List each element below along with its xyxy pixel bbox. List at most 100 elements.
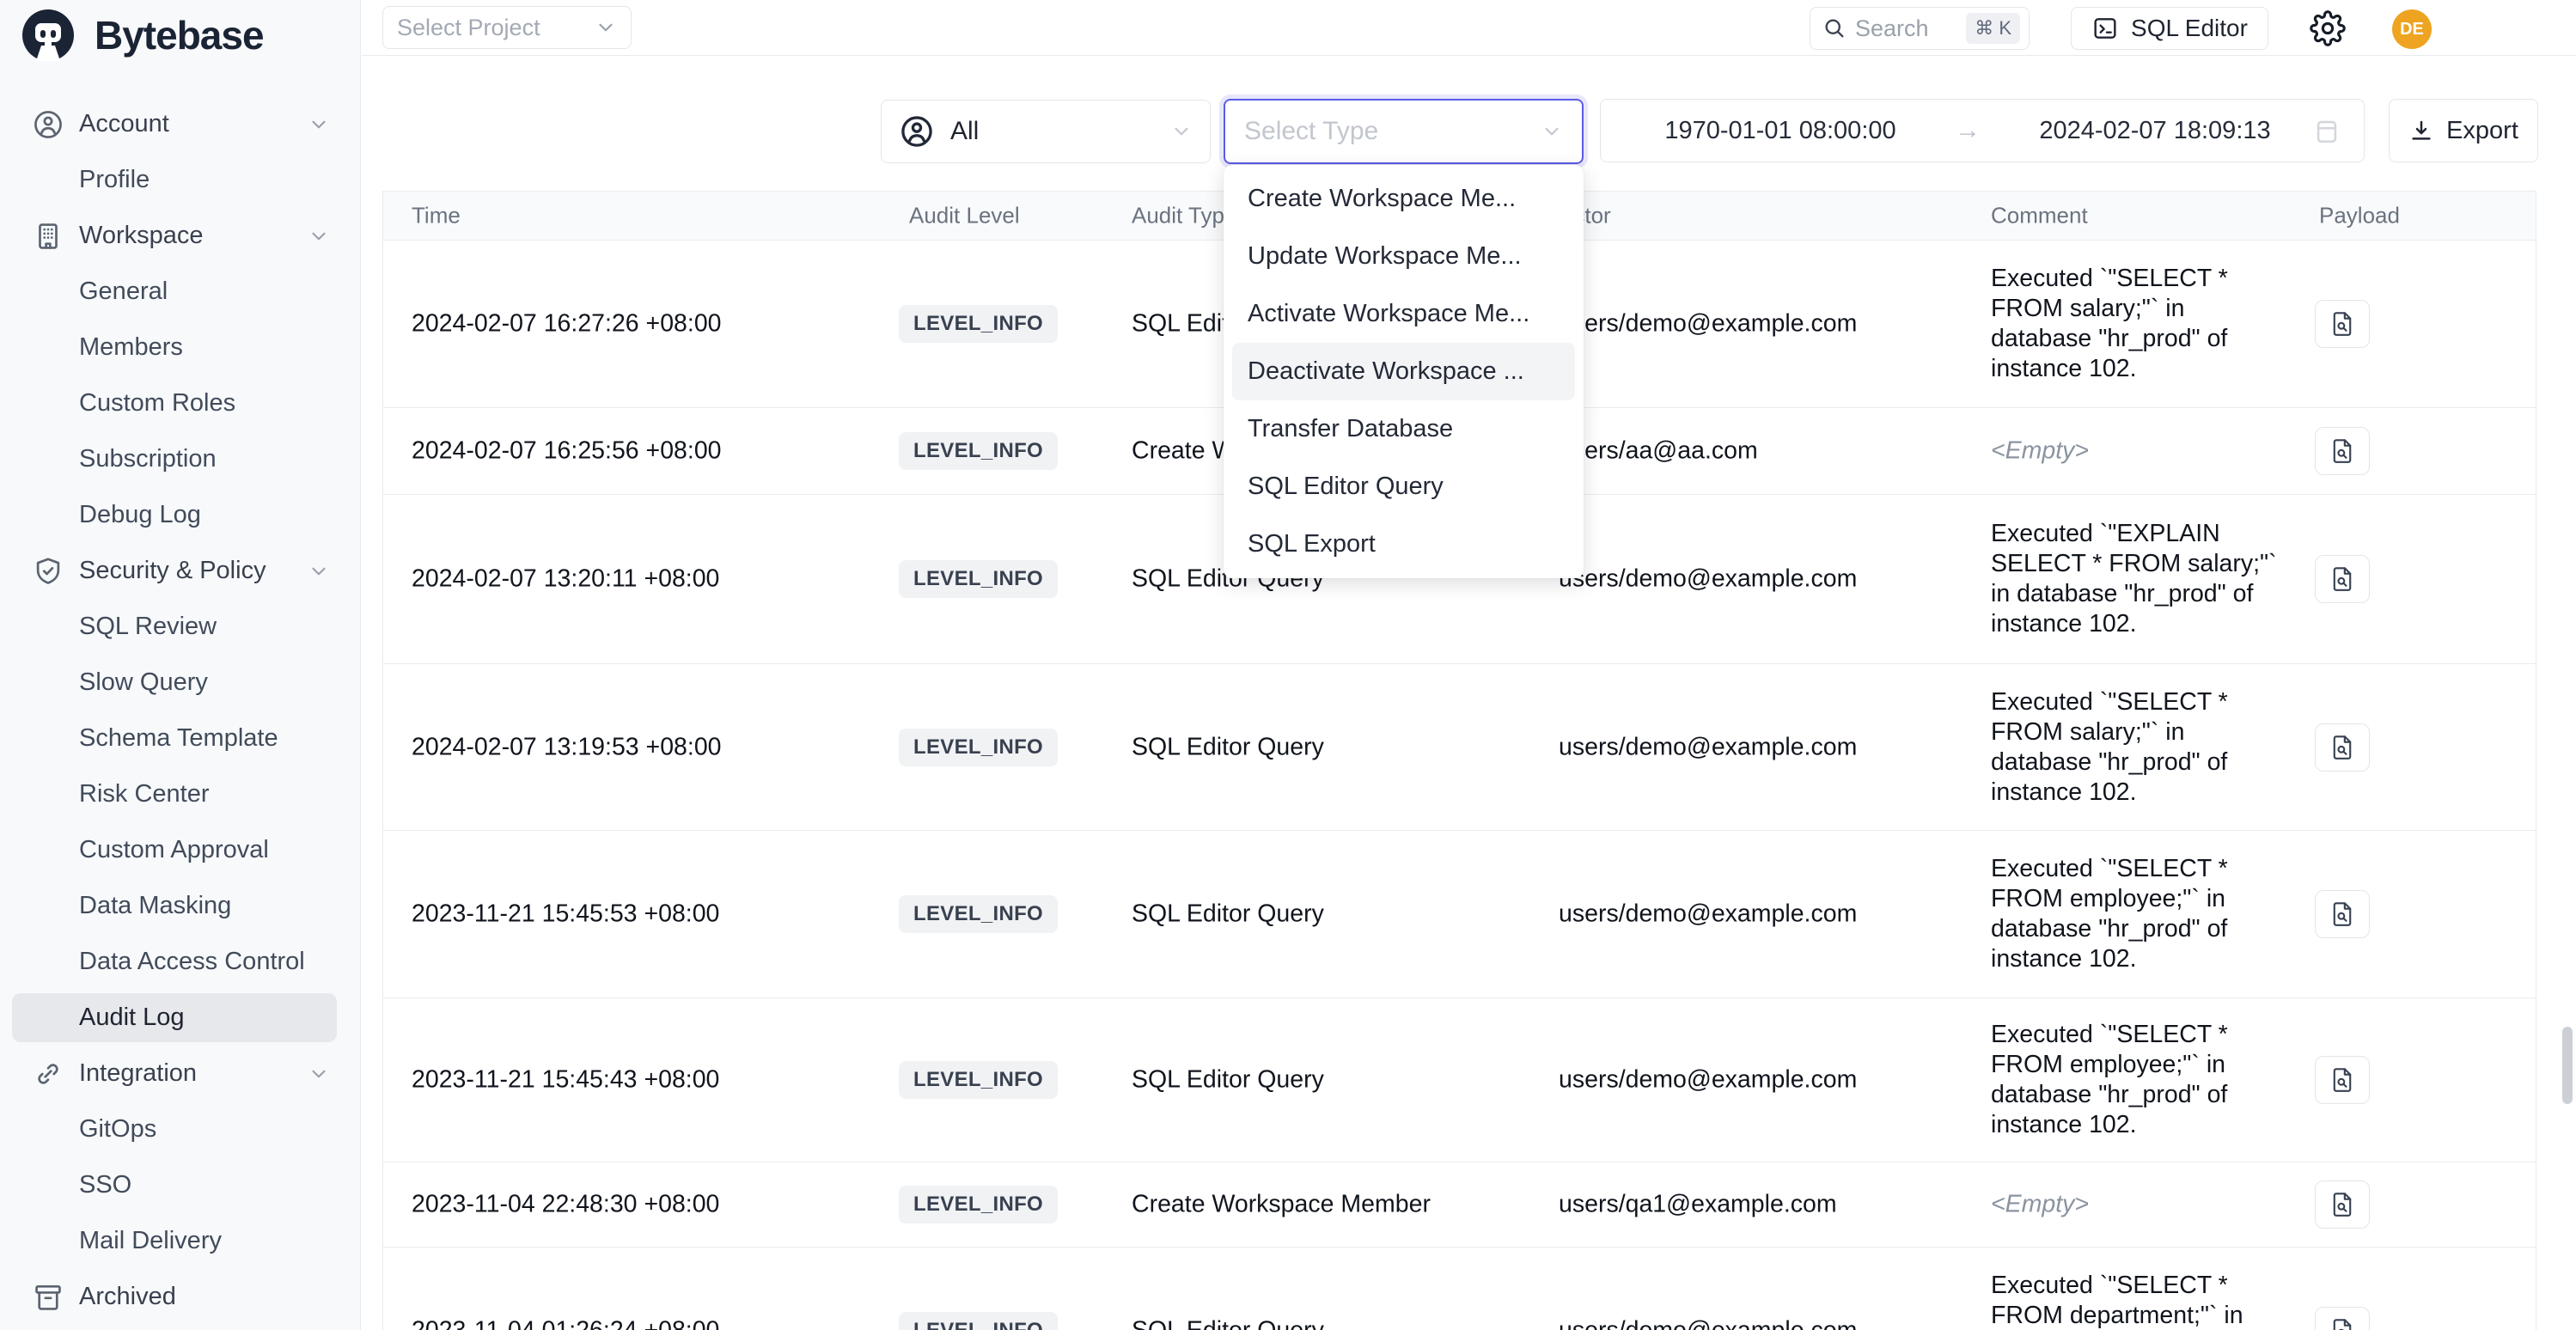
sidebar-item-label: Mail Delivery	[79, 1227, 222, 1255]
project-select[interactable]: Select Project	[382, 6, 632, 49]
cell-payload	[2315, 890, 2370, 938]
sidebar-item-label: Account	[79, 110, 169, 138]
sidebar-item-label: Profile	[79, 166, 150, 194]
file-search-icon	[2328, 436, 2357, 466]
menu-option-sql-editor-query[interactable]: SQL Editor Query	[1224, 458, 1584, 516]
view-payload-button[interactable]	[2315, 1056, 2370, 1104]
view-payload-button[interactable]	[2315, 890, 2370, 938]
type-filter-select[interactable]: Select Type	[1224, 99, 1584, 164]
sidebar-item-label: Risk Center	[79, 780, 210, 808]
chevron-down-icon	[308, 560, 330, 583]
sql-editor-button[interactable]: SQL Editor	[2071, 7, 2268, 50]
sidebar-item-data-access-control[interactable]: Data Access Control	[0, 934, 361, 990]
menu-option-create-workspace-me[interactable]: Create Workspace Me...	[1224, 170, 1584, 228]
settings-gear-icon[interactable]	[2308, 9, 2347, 48]
sidebar-item-subscription[interactable]: Subscription	[0, 431, 361, 487]
sidebar-item-sql-review[interactable]: SQL Review	[0, 599, 361, 655]
chevron-down-icon	[308, 113, 330, 136]
user-avatar[interactable]: DE	[2392, 9, 2432, 49]
sidebar-item-risk-center[interactable]: Risk Center	[0, 766, 361, 822]
bytebase-logo-icon	[21, 8, 76, 63]
level-badge: LEVEL_INFO	[899, 1061, 1058, 1099]
sidebar-item-workspace[interactable]: Workspace	[0, 208, 361, 264]
export-label: Export	[2446, 117, 2518, 145]
sidebar-item-custom-approval[interactable]: Custom Approval	[0, 822, 361, 878]
sidebar-item-slow-query[interactable]: Slow Query	[0, 655, 361, 711]
sidebar-item-account[interactable]: Account	[0, 96, 361, 152]
sidebar-item-label: Debug Log	[79, 501, 201, 529]
cell-payload	[2315, 1307, 2370, 1330]
sidebar-item-archived[interactable]: Archived	[0, 1269, 361, 1325]
menu-option-deactivate-workspace[interactable]: Deactivate Workspace ...	[1232, 343, 1575, 400]
view-payload-button[interactable]	[2315, 555, 2370, 603]
type-filter-placeholder: Select Type	[1244, 117, 1530, 146]
sidebar-item-data-masking[interactable]: Data Masking	[0, 878, 361, 934]
cell-actor: users/qa1@example.com	[1559, 1191, 1837, 1219]
file-search-icon	[2328, 564, 2357, 594]
bytebase-logo[interactable]: Bytebase	[21, 7, 264, 64]
date-to-value[interactable]: 2024-02-07 18:09:13	[1998, 117, 2312, 145]
sidebar-item-label: SSO	[79, 1171, 131, 1199]
menu-option-update-workspace-me[interactable]: Update Workspace Me...	[1224, 228, 1584, 285]
cell-audit-level: LEVEL_INFO	[899, 560, 1058, 598]
date-from-value[interactable]: 1970-01-01 08:00:00	[1623, 117, 1938, 145]
date-range-picker[interactable]: 1970-01-01 08:00:00 → 2024-02-07 18:09:1…	[1600, 99, 2365, 162]
sidebar-item-debug-log[interactable]: Debug Log	[0, 487, 361, 543]
sidebar-item-integration[interactable]: Integration	[0, 1046, 361, 1101]
sidebar-item-label: GitOps	[79, 1115, 156, 1144]
cell-comment: Executed `"SELECT * FROM employee;"` in …	[1991, 1020, 2335, 1140]
level-badge: LEVEL_INFO	[899, 729, 1058, 766]
type-filter-dropdown-menu: Create Workspace Me...Update Workspace M…	[1224, 165, 1584, 578]
file-search-icon	[2328, 900, 2357, 929]
actor-filter-select[interactable]: All	[881, 100, 1211, 163]
view-payload-button[interactable]	[2315, 723, 2370, 772]
cell-audit-type: SQL Editor Query	[1132, 900, 1324, 929]
search-input[interactable]: Search ⌘ K	[1810, 7, 2030, 50]
cell-audit-level: LEVEL_INFO	[899, 1061, 1058, 1099]
sidebar-item-audit-log[interactable]: Audit Log	[0, 990, 361, 1046]
sidebar-item-general[interactable]: General	[0, 264, 361, 320]
view-payload-button[interactable]	[2315, 427, 2370, 475]
view-payload-button[interactable]	[2315, 1181, 2370, 1229]
col-header-time: Time	[412, 203, 461, 229]
table-row: 2023-11-04 01:26:24 +08:00 LEVEL_INFO SQ…	[383, 1248, 2536, 1330]
file-search-icon	[2328, 1065, 2357, 1095]
sidebar-item-gitops[interactable]: GitOps	[0, 1101, 361, 1157]
menu-option-transfer-database[interactable]: Transfer Database	[1224, 400, 1584, 458]
sidebar-item-label: Custom Approval	[79, 836, 269, 864]
view-payload-button[interactable]	[2315, 1307, 2370, 1330]
sidebar-item-schema-template[interactable]: Schema Template	[0, 711, 361, 766]
table-row: 2023-11-21 15:45:53 +08:00 LEVEL_INFO SQ…	[383, 831, 2536, 998]
sidebar-item-label: Data Access Control	[79, 948, 305, 976]
view-payload-button[interactable]	[2315, 300, 2370, 348]
cell-actor: users/demo@example.com	[1559, 1066, 1857, 1095]
chevron-down-icon	[308, 1063, 330, 1085]
col-header-payload: Payload	[2319, 203, 2400, 229]
sidebar-nav: AccountProfileWorkspaceGeneralMembersCus…	[0, 96, 361, 1325]
cell-time: 2023-11-04 22:48:30 +08:00	[412, 1191, 719, 1219]
cell-payload	[2315, 723, 2370, 772]
brand-name: Bytebase	[95, 12, 264, 58]
sidebar-item-custom-roles[interactable]: Custom Roles	[0, 375, 361, 431]
cell-actor: users/aa@aa.com	[1559, 437, 1758, 466]
menu-option-activate-workspace-me[interactable]: Activate Workspace Me...	[1224, 285, 1584, 343]
sidebar-item-mail-delivery[interactable]: Mail Delivery	[0, 1213, 361, 1269]
cell-audit-type: SQL Editor Query	[1132, 1317, 1324, 1330]
sidebar-item-label: Security & Policy	[79, 557, 266, 585]
table-row: 2023-11-21 15:45:43 +08:00 LEVEL_INFO SQ…	[383, 998, 2536, 1162]
sidebar-item-label: Audit Log	[79, 1004, 185, 1032]
search-placeholder: Search	[1855, 15, 1957, 42]
file-search-icon	[2328, 733, 2357, 762]
table-row: 2024-02-07 13:19:53 +08:00 LEVEL_INFO SQ…	[383, 664, 2536, 831]
vertical-scrollbar[interactable]	[2562, 1027, 2573, 1104]
sidebar-item-profile[interactable]: Profile	[0, 152, 361, 208]
sidebar-item-security-policy[interactable]: Security & Policy	[0, 543, 361, 599]
cell-time: 2024-02-07 16:27:26 +08:00	[412, 310, 722, 339]
file-search-icon	[2328, 1190, 2357, 1219]
export-button[interactable]: Export	[2389, 99, 2538, 162]
menu-option-sql-export[interactable]: SQL Export	[1224, 516, 1584, 573]
level-badge: LEVEL_INFO	[899, 1186, 1058, 1223]
sidebar-item-members[interactable]: Members	[0, 320, 361, 375]
chevron-down-icon	[595, 16, 617, 39]
sidebar-item-sso[interactable]: SSO	[0, 1157, 361, 1213]
